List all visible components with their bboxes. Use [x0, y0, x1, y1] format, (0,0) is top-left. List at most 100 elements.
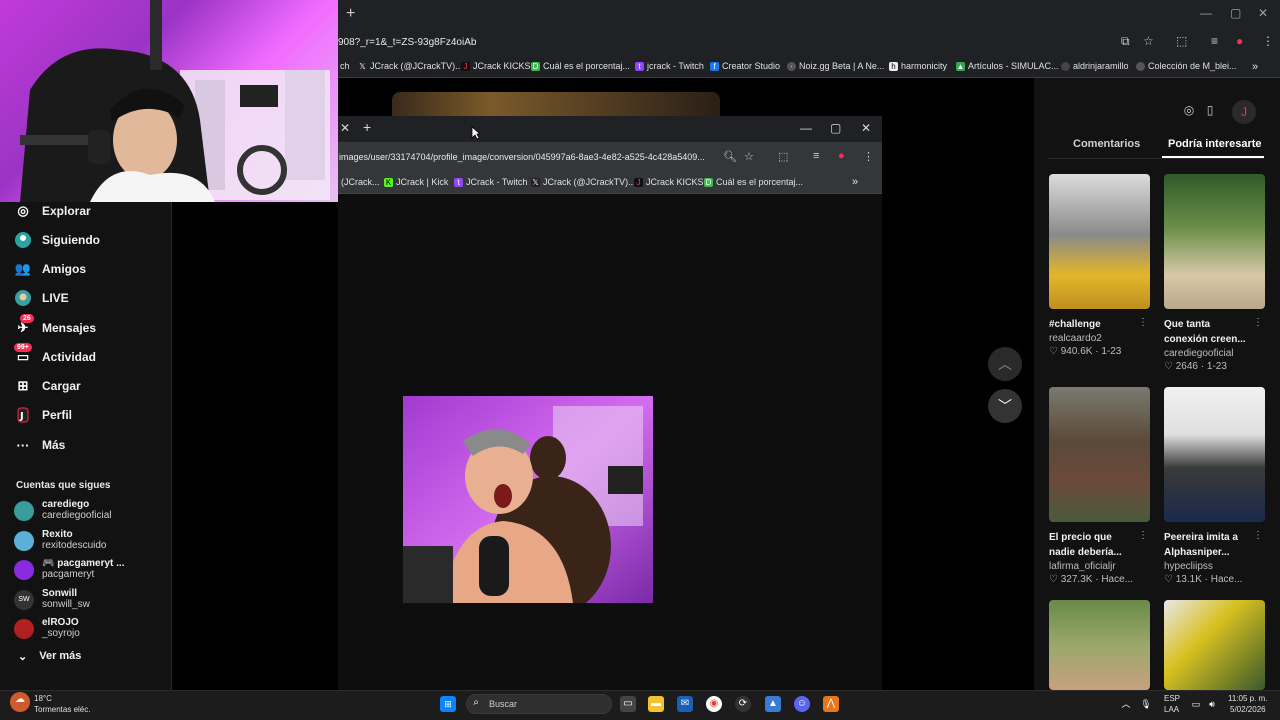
more-bookmarks-icon[interactable]: »	[1252, 61, 1258, 73]
task-view-icon[interactable]: ▭	[620, 696, 636, 712]
suggested-video-card[interactable]: #challenge ⋮ realcaardo2 ♡ 940.6K · 1-23	[1049, 174, 1150, 357]
followed-account[interactable]: Rexito rexitodescuido	[14, 529, 106, 552]
extensions-icon[interactable]: ⬚	[778, 150, 788, 163]
nav-profile[interactable]: J Perfil	[14, 406, 72, 424]
clock-date[interactable]: 5/02/2026	[1230, 705, 1266, 714]
windows-start-icon[interactable]: ⊞	[440, 696, 456, 712]
compass-icon[interactable]: ◎	[1180, 103, 1198, 121]
bookmark-item[interactable]: 𝕏 JCrack (@JCrackTV)...	[358, 61, 463, 71]
bookmark-item[interactable]: t JCrack - Twitch	[454, 177, 527, 187]
bookmark-item[interactable]: J JCrack KICKS	[634, 177, 704, 187]
bookmark-item[interactable]: t jcrack - Twitch	[635, 61, 704, 71]
bookmark-item[interactable]: h harmonicity	[889, 61, 947, 71]
install-app-icon[interactable]: ⧉	[1121, 34, 1130, 49]
nav-live[interactable]: LIVE	[14, 289, 69, 307]
previous-video-button[interactable]: ︿	[988, 347, 1022, 381]
popup-url-text[interactable]: images/user/33174704/profile_image/conve…	[339, 152, 705, 162]
app-icon[interactable]: ⋀	[823, 696, 839, 712]
network-icon[interactable]: ▭	[1188, 696, 1204, 712]
taskbar-search-input[interactable]	[466, 694, 612, 714]
weather-temperature[interactable]: 18°C	[34, 694, 52, 703]
language-indicator[interactable]: ESP	[1164, 694, 1180, 703]
bookmark-star-icon[interactable]: ☆	[744, 150, 754, 163]
discord-icon[interactable]: ☺	[794, 696, 810, 712]
more-options-icon[interactable]: ⋮	[1253, 530, 1263, 541]
menu-icon[interactable]: ⋮	[863, 150, 874, 163]
media-controls-icon[interactable]: ≡	[813, 150, 819, 162]
nav-messages[interactable]: ✈ 26 Mensajes	[14, 314, 96, 337]
menu-icon[interactable]: ⋮	[1262, 34, 1274, 48]
nav-following[interactable]: Siguiendo	[14, 231, 100, 249]
maximize-button[interactable]: ▢	[830, 121, 841, 135]
bookmark-item[interactable]: ch	[340, 61, 350, 71]
suggested-video-card[interactable]	[1049, 600, 1150, 690]
bookmark-item[interactable]: · Noiz.gg Beta | A Ne...	[787, 61, 884, 71]
device-icon[interactable]: ▯	[1201, 103, 1219, 121]
url-text[interactable]: 908?_r=1&_t=ZS-93g8Fz4oiAb	[338, 37, 476, 48]
more-bookmarks-icon[interactable]: »	[852, 176, 858, 188]
more-options-icon[interactable]: ⋮	[1138, 317, 1148, 328]
mail-icon[interactable]: ✉	[677, 696, 693, 712]
bookmark-item[interactable]: J JCrack KICKS	[461, 61, 531, 71]
bookmark-item[interactable]: 𝕏 JCrack (@JCrackTV)...	[531, 177, 636, 187]
bookmark-item[interactable]: f Creator Studio	[710, 61, 780, 71]
photos-icon[interactable]: ▲	[765, 696, 781, 712]
close-button[interactable]: ✕	[861, 121, 871, 135]
language-layout[interactable]: LAA	[1164, 705, 1179, 714]
nav-more[interactable]: ··· Más	[14, 436, 66, 454]
next-video-button[interactable]: ﹀	[988, 389, 1022, 423]
clock-time[interactable]: 11:05 p. m.	[1228, 694, 1267, 703]
more-options-icon[interactable]: ⋮	[1253, 317, 1263, 328]
suggested-video-card[interactable]: El precio que nadie debería... ⋮ lafirma…	[1049, 387, 1150, 585]
profile-avatar-icon[interactable]: J	[1232, 100, 1256, 124]
see-more-button[interactable]: ⌄ Ver más	[18, 650, 81, 663]
followed-account[interactable]: elROJO _soyrojo	[14, 617, 80, 640]
card-title: Que tanta conexión creen...	[1164, 319, 1246, 345]
followed-account[interactable]: 🎮 pacgameryt ... pacgameryt	[14, 558, 124, 581]
bookmark-item[interactable]: D Cuál es el porcentaj...	[531, 61, 630, 71]
followed-account[interactable]: SW Sonwill sonwill_sw	[14, 588, 90, 611]
card-user: lafirma_oficialjr	[1049, 561, 1116, 572]
new-tab-button[interactable]: +	[346, 5, 360, 23]
tab-comments[interactable]: Comentarios	[1073, 138, 1140, 150]
bookmark-item[interactable]: D Cuál es el porcentaj...	[704, 177, 803, 187]
profile-avatar-icon[interactable]: ●	[838, 150, 845, 162]
profile-avatar-icon[interactable]: ●	[1236, 34, 1243, 48]
suggested-video-card[interactable]	[1164, 600, 1265, 690]
bookmark-star-icon[interactable]: ☆	[1143, 34, 1154, 48]
tray-chevron-icon[interactable]: ︿	[1118, 696, 1134, 712]
new-tab-button[interactable]: +	[363, 119, 371, 135]
tab-suggested[interactable]: Podría interesarte	[1168, 138, 1262, 150]
bookmark-item[interactable]: ▲ Artículos - SIMULAC...	[956, 61, 1059, 71]
video-thumbnail	[1049, 600, 1150, 690]
more-options-icon[interactable]: ⋮	[1138, 530, 1148, 541]
chrome-icon[interactable]: ◉	[706, 696, 722, 712]
suggested-video-card[interactable]: Peereira imita a Alphasniper... ⋮ hypecl…	[1164, 387, 1265, 585]
close-tab-icon[interactable]: ✕	[340, 121, 350, 135]
nav-upload[interactable]: ⊞ Cargar	[14, 377, 81, 395]
file-explorer-icon[interactable]: ▬	[648, 696, 664, 712]
upload-icon: ⊞	[17, 378, 29, 393]
close-button[interactable]: ✕	[1258, 6, 1268, 20]
maximize-button[interactable]: ▢	[1230, 6, 1241, 20]
app-icon[interactable]: ⟳	[735, 696, 751, 712]
volume-icon[interactable]: 🔊︎	[1204, 696, 1220, 712]
zoom-icon[interactable]: 🔍︎	[723, 150, 737, 163]
microphone-icon[interactable]: 🎙︎	[1138, 696, 1154, 712]
bookmark-item[interactable]: aldrinjaramillo	[1061, 61, 1129, 71]
extensions-icon[interactable]: ⬚	[1176, 34, 1187, 48]
bookmark-item[interactable]: K JCrack | Kick	[384, 177, 448, 187]
minimize-button[interactable]: —	[1200, 6, 1212, 20]
nav-explore[interactable]: ◎ Explorar	[14, 202, 90, 220]
media-controls-icon[interactable]: ≡	[1211, 34, 1218, 48]
nav-friends[interactable]: 👥 Amigos	[14, 260, 86, 278]
weather-description[interactable]: Tormentas eléc.	[34, 705, 90, 714]
followed-account[interactable]: carediego carediegooficial	[14, 499, 112, 522]
minimize-button[interactable]: —	[800, 121, 812, 135]
bookmark-item[interactable]: (JCrack...	[341, 177, 380, 187]
weather-icon[interactable]: ☁	[10, 692, 30, 712]
nav-activity[interactable]: ▭ 99+ Actividad	[14, 343, 96, 366]
bookmark-item[interactable]: Colección de M_blei...	[1136, 61, 1237, 71]
card-stats: ♡ 940.6K · 1-23	[1049, 346, 1122, 357]
suggested-video-card[interactable]: Que tanta conexión creen... ⋮ carediegoo…	[1164, 174, 1265, 372]
